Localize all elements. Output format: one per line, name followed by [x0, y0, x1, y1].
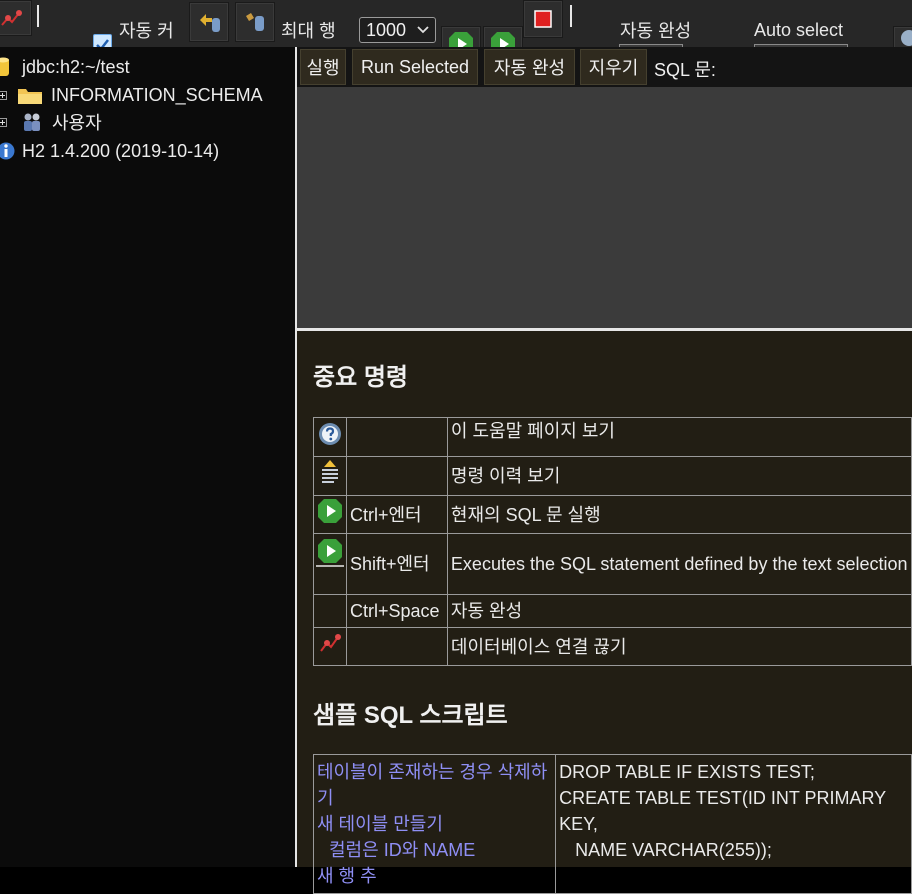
- sample-links-cell: 테이블이 존재하는 경우 삭제하기 새 테이블 만들기 컬럼은 ID와 NAME…: [312, 754, 557, 894]
- table-cell-icon: [313, 594, 347, 628]
- command-description: 데이터베이스 연결 끊기: [446, 627, 912, 666]
- table-row: 명령 이력 보기: [313, 456, 912, 496]
- sample-sql-heading: 샘플 SQL 스크립트: [313, 702, 508, 729]
- table-row: 데이터베이스 연결 끊기: [313, 627, 912, 666]
- important-commands-heading: 중요 명령: [313, 364, 408, 391]
- run-button[interactable]: 실행: [300, 49, 346, 85]
- sample-code-cell: DROP TABLE IF EXISTS TEST; CREATE TABLE …: [555, 754, 912, 894]
- info-icon: [0, 142, 15, 160]
- folder-icon: [18, 89, 42, 104]
- table-cell-icon: [313, 456, 347, 496]
- rollback-button[interactable]: [235, 2, 275, 42]
- users-icon: [24, 113, 40, 131]
- auto-select-label: Auto select: [754, 20, 844, 40]
- command-description: 자동 완성: [446, 594, 912, 628]
- disconnect-icon[interactable]: [318, 631, 342, 655]
- schema-tree: jdbc:h2:~/test INFORMATION_SCHEMA 사용자 H2…: [0, 47, 295, 867]
- command-description: Executes the SQL statement defined by th…: [446, 533, 912, 595]
- code-line: CREATE TABLE TEST(ID INT PRIMARY KEY,: [559, 788, 886, 834]
- table-cell-icon: [313, 627, 347, 666]
- expand-toggle[interactable]: [0, 118, 7, 127]
- run-button-toolbar[interactable]: [441, 26, 481, 49]
- max-rows-value: 1000: [366, 20, 407, 40]
- sql-toolbar: 실행 Run Selected 자동 완성 지우기 SQL 문:: [297, 47, 912, 87]
- toolbar: 자동 커 최대 행 1000 자동 완성 Auto select: [0, 0, 912, 49]
- sql-statement-label: SQL 문:: [654, 60, 716, 80]
- command-key: Shift+엔터: [345, 533, 448, 595]
- run-selected-button[interactable]: Run Selected: [352, 49, 478, 85]
- command-key: [345, 417, 448, 457]
- auto-commit-label: 자동 커: [119, 21, 174, 41]
- code-line: NAME VARCHAR(255));: [575, 840, 772, 860]
- table-cell-icon: [313, 495, 347, 534]
- max-rows-label: 최대 행: [281, 21, 336, 41]
- help-button-toolbar[interactable]: [893, 26, 912, 49]
- code-line: DROP TABLE IF EXISTS TEST;: [559, 762, 815, 782]
- auto-complete-button[interactable]: 자동 완성: [484, 49, 575, 85]
- column-id: ID: [383, 840, 402, 860]
- rollback-icon: [246, 13, 264, 31]
- command-key: Ctrl+Space: [345, 594, 448, 628]
- command-description: 이 도움말 페이지 보기: [446, 417, 912, 457]
- help-icon[interactable]: [318, 422, 342, 446]
- sample-link-drop-table[interactable]: 테이블이 존재하는 경우 삭제하기: [317, 759, 552, 811]
- auto-complete-label: 자동 완성: [620, 21, 692, 41]
- stop-button[interactable]: [523, 0, 563, 38]
- tree-item-label: INFORMATION_SCHEMA: [51, 84, 263, 105]
- disconnect-icon: [1, 10, 22, 26]
- table-row: 테이블이 존재하는 경우 삭제하기 새 테이블 만들기 컬럼은 ID와 NAME…: [312, 754, 912, 894]
- run-icon[interactable]: [317, 498, 343, 524]
- columns-and: 와: [401, 840, 424, 860]
- commit-button[interactable]: [189, 2, 229, 42]
- commit-icon: [200, 14, 220, 32]
- run-selected-button-toolbar[interactable]: [483, 26, 523, 49]
- sample-sql-table: 테이블이 존재하는 경우 삭제하기 새 테이블 만들기 컬럼은 ID와 NAME…: [312, 754, 912, 894]
- toolbar-separator: [570, 5, 572, 27]
- version-label: H2 1.4.200 (2019-10-14): [22, 140, 220, 161]
- results-panel: 중요 명령 이 도움말 페이지 보기 명령 이력 보기 Ctrl+엔터 현재의 …: [297, 331, 912, 894]
- column-name: NAME: [423, 840, 476, 860]
- command-description: 명령 이력 보기: [446, 456, 912, 496]
- table-row: Ctrl+Space 자동 완성: [313, 594, 912, 628]
- columns-prefix: 컬럼은: [329, 840, 384, 860]
- command-key: [345, 627, 448, 666]
- max-rows-select[interactable]: 1000: [359, 17, 436, 43]
- sample-link-create-table[interactable]: 새 테이블 만들기: [317, 811, 552, 837]
- commands-table: 이 도움말 페이지 보기 명령 이력 보기 Ctrl+엔터 현재의 SQL 문 …: [313, 417, 912, 666]
- tree-item-label: 사용자: [52, 113, 102, 133]
- clear-button[interactable]: 지우기: [580, 49, 647, 85]
- table-cell-icon: [313, 417, 347, 457]
- command-key: Ctrl+엔터: [345, 495, 448, 534]
- stop-icon: [534, 10, 552, 28]
- sample-link-columns[interactable]: 컬럼은 ID와 NAME: [317, 837, 552, 863]
- command-key: [345, 456, 448, 496]
- toolbar-separator: [37, 5, 39, 27]
- database-icon: [0, 57, 9, 76]
- help-icon: [901, 29, 912, 46]
- table-row: Ctrl+엔터 현재의 SQL 문 실행: [313, 495, 912, 534]
- history-icon[interactable]: [319, 459, 341, 487]
- table-row: 이 도움말 페이지 보기: [313, 417, 912, 457]
- connection-url: jdbc:h2:~/test: [22, 56, 130, 77]
- command-description: 현재의 SQL 문 실행: [446, 495, 912, 534]
- disconnect-button[interactable]: [0, 0, 32, 36]
- table-cell-icon: [313, 533, 347, 595]
- expand-toggle[interactable]: [0, 91, 7, 100]
- chevron-down-icon: [417, 26, 429, 34]
- run-selected-icon[interactable]: [315, 538, 344, 568]
- table-row: Shift+엔터 Executes the SQL statement defi…: [313, 533, 912, 595]
- sql-editor[interactable]: [297, 87, 912, 328]
